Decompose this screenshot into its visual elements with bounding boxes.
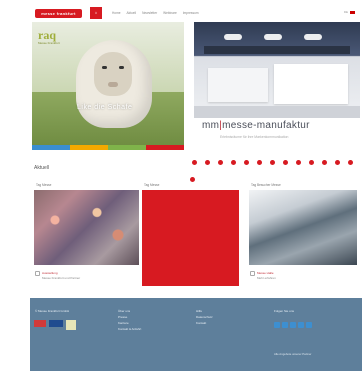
language-label: DE	[343, 10, 348, 14]
annotation-dot	[296, 160, 301, 165]
footer-link[interactable]: Kontakt & Anfahrt	[118, 326, 141, 332]
booth-image	[194, 22, 360, 118]
nav-item-newsletter[interactable]: Newsletter	[142, 11, 157, 15]
annotation-dot	[192, 160, 197, 165]
logo-text: messe frankfurt	[41, 11, 76, 16]
top-navigation: messe frankfurt ⌂ Home Aktuell Newslette…	[32, 6, 360, 22]
main-nav: Home Aktuell Newsletter Webinare Impress…	[112, 11, 199, 15]
document-icon	[250, 271, 255, 276]
partner-logo[interactable]	[66, 320, 76, 330]
annotation-dot	[322, 160, 327, 165]
ceiling-lamp	[304, 34, 322, 40]
news-meta[interactable]: Ausstellung Messe Frankfurt und Partner	[42, 271, 80, 280]
annotation-dot	[218, 160, 223, 165]
nav-item-impressum[interactable]: Impressum	[183, 11, 199, 15]
annotation-dot	[190, 177, 195, 182]
ceiling-lamp	[264, 34, 282, 40]
footer: © Messe Frankfurt GmbH Über uns Presse K…	[30, 298, 362, 371]
annotation-dot	[335, 160, 340, 165]
mm-long: messe-manufaktur	[222, 120, 310, 131]
footer-col-3: Hilfe Datenschutz Kontakt	[196, 308, 213, 326]
partner-logos	[34, 320, 76, 330]
booth-roof	[204, 46, 350, 54]
hero-banner-raq[interactable]: raq Messe Frankfurt Like die Schafe	[32, 22, 184, 150]
site-logo[interactable]: messe frankfurt	[35, 9, 82, 18]
partner-logo[interactable]	[49, 320, 63, 327]
sheep-eye	[119, 66, 124, 69]
footer-copyright: © Messe Frankfurt GmbH	[35, 309, 70, 313]
raq-subtitle: Messe Frankfurt	[38, 41, 60, 45]
home-button[interactable]: ⌂	[90, 7, 102, 19]
annotation-dot	[231, 160, 236, 165]
youtube-icon[interactable]	[306, 322, 312, 328]
annotation-dot	[205, 160, 210, 165]
mm-short: mm	[202, 120, 220, 131]
home-icon: ⌂	[94, 10, 98, 15]
annotation-dot	[244, 160, 249, 165]
facebook-icon[interactable]	[274, 322, 280, 328]
hero-caption: Like die Schafe	[77, 104, 133, 111]
booth-wall	[274, 64, 348, 104]
linkedin-icon[interactable]	[298, 322, 304, 328]
flag-icon	[350, 10, 355, 14]
page: messe frankfurt ⌂ Home Aktuell Newslette…	[0, 0, 362, 371]
annotation-dot	[348, 160, 353, 165]
footer-col-4: Folgen Sie uns	[274, 308, 294, 314]
language-switch[interactable]: DE	[344, 10, 355, 14]
partner-logo[interactable]	[34, 320, 46, 327]
sheep-nose	[108, 82, 118, 87]
news-meta-title: Messe Halle	[257, 271, 274, 275]
news-meta-line: Messe Frankfurt und Partner	[42, 275, 81, 280]
news-label: Tag Messe	[144, 183, 160, 187]
annotation-dot	[283, 160, 288, 165]
document-icon	[35, 271, 40, 276]
booth-wall	[208, 68, 268, 102]
hero-color-bar	[32, 145, 184, 150]
news-meta-line: Mehr erfahren	[257, 275, 276, 280]
news-meta[interactable]: Messe Halle Mehr erfahren	[257, 271, 276, 280]
hero-banner-messe-manufaktur[interactable]: mm|messe-manufaktur Erlebnisräume für ih…	[194, 22, 360, 150]
sheep-eye	[102, 66, 107, 69]
messe-manufaktur-title: mm|messe-manufaktur	[202, 120, 310, 131]
annotation-dotted-line	[190, 157, 362, 171]
news-thumbnail[interactable]	[249, 190, 357, 265]
news-label: Tag Besucher Messe	[251, 183, 281, 187]
news-heading: Aktuell	[34, 165, 50, 171]
footer-social-heading: Folgen Sie uns	[274, 309, 295, 313]
messe-manufaktur-subtitle: Erlebnisräume für ihre Markenkommunikati…	[220, 135, 289, 139]
booth-floor	[194, 106, 360, 118]
sheep-head	[94, 52, 132, 96]
annotation-dot	[270, 160, 275, 165]
footer-col-2: Über uns Presse Karriere Kontakt & Anfah…	[118, 308, 141, 332]
twitter-icon[interactable]	[282, 322, 288, 328]
redacted-block	[142, 190, 239, 286]
annotation-dot	[309, 160, 314, 165]
footer-bottom-text[interactable]: Alle Angebote unserer Partner	[274, 352, 311, 356]
footer-link[interactable]: Kontakt	[196, 320, 213, 326]
social-icons	[274, 322, 312, 328]
footer-col-1: © Messe Frankfurt GmbH	[35, 308, 69, 314]
nav-item-aktuell[interactable]: Aktuell	[127, 11, 137, 15]
nav-item-webinare[interactable]: Webinare	[163, 11, 177, 15]
ceiling-lamp	[224, 34, 242, 40]
annotation-dot	[257, 160, 262, 165]
nav-item-home[interactable]: Home	[112, 11, 121, 15]
news-thumbnail[interactable]	[34, 190, 139, 265]
xing-icon[interactable]	[290, 322, 296, 328]
news-label: Tag Messe	[36, 183, 52, 187]
